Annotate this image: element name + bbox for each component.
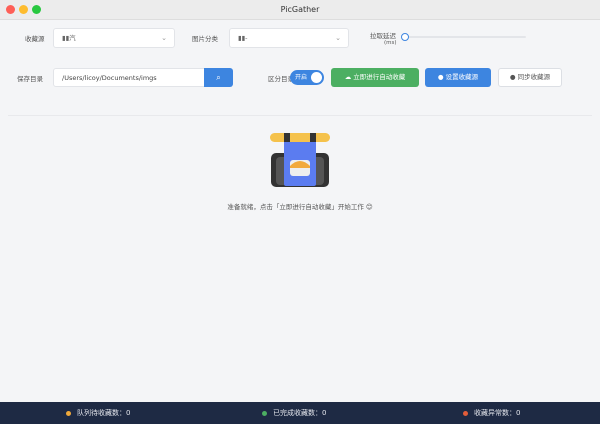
close-window-button[interactable] (6, 5, 15, 14)
split-dir-toggle[interactable]: 开启 (290, 70, 324, 85)
done-count-text: 已完成收藏数：0 (273, 409, 327, 417)
save-dir-label: 保存目录 (17, 75, 43, 83)
title-bar: PicGather (0, 0, 600, 20)
gear-icon: ● (437, 73, 444, 81)
set-source-button[interactable]: ● 设置收藏源 (425, 68, 491, 87)
search-icon: ⌕ (216, 73, 221, 82)
sync-source-label: 同步收藏源 (517, 73, 551, 81)
minimize-window-button[interactable] (19, 5, 28, 14)
source-label: 收藏源 (25, 35, 45, 43)
delay-slider[interactable] (404, 36, 526, 38)
status-message: 准备就绪，点击「立即进行自动收藏」开始工作 😊 (227, 203, 373, 211)
source-select[interactable]: ▮▮汽 ⌄ (53, 28, 175, 48)
start-collect-label: 立即进行自动收藏 (353, 73, 406, 81)
browse-dir-button[interactable]: ⌕ (204, 68, 233, 87)
source-value: ▮▮汽 (62, 34, 76, 42)
window-title: PicGather (280, 5, 320, 14)
save-dir-value: /Users/licoy/Documents/imgs (62, 74, 157, 82)
save-dir-input[interactable]: /Users/licoy/Documents/imgs (53, 68, 205, 87)
set-source-label: 设置收藏源 (445, 73, 479, 81)
pending-count-text: 队列待收藏数：0 (77, 409, 131, 417)
backpack-illustration (270, 133, 330, 187)
category-value: ▮▮- (238, 34, 248, 42)
toggle-label: 开启 (295, 74, 308, 81)
delay-slider-handle[interactable] (401, 33, 409, 41)
category-label: 图片分类 (192, 35, 218, 43)
toggle-knob (311, 72, 322, 83)
chevron-down-icon: ⌄ (335, 34, 341, 42)
status-footer: 队列待收藏数：0 已完成收藏数：0 收藏异常数：0 (0, 402, 600, 424)
delay-label: 拉取延迟 (370, 32, 396, 40)
done-count: 已完成收藏数：0 (262, 402, 326, 424)
divider (8, 115, 592, 116)
sync-source-button[interactable]: ● 同步收藏源 (498, 68, 562, 87)
delay-unit: (ms) (384, 40, 397, 46)
category-select[interactable]: ▮▮- ⌄ (229, 28, 349, 48)
error-count: 收藏异常数：0 (463, 402, 520, 424)
chevron-down-icon: ⌄ (161, 34, 167, 42)
start-collect-button[interactable]: ☁ 立即进行自动收藏 (331, 68, 419, 87)
error-count-text: 收藏异常数：0 (474, 409, 521, 417)
pending-count: 队列待收藏数：0 (66, 402, 130, 424)
maximize-window-button[interactable] (32, 5, 41, 14)
cloud-upload-icon: ☁ (344, 73, 352, 81)
sync-icon: ● (509, 73, 516, 81)
